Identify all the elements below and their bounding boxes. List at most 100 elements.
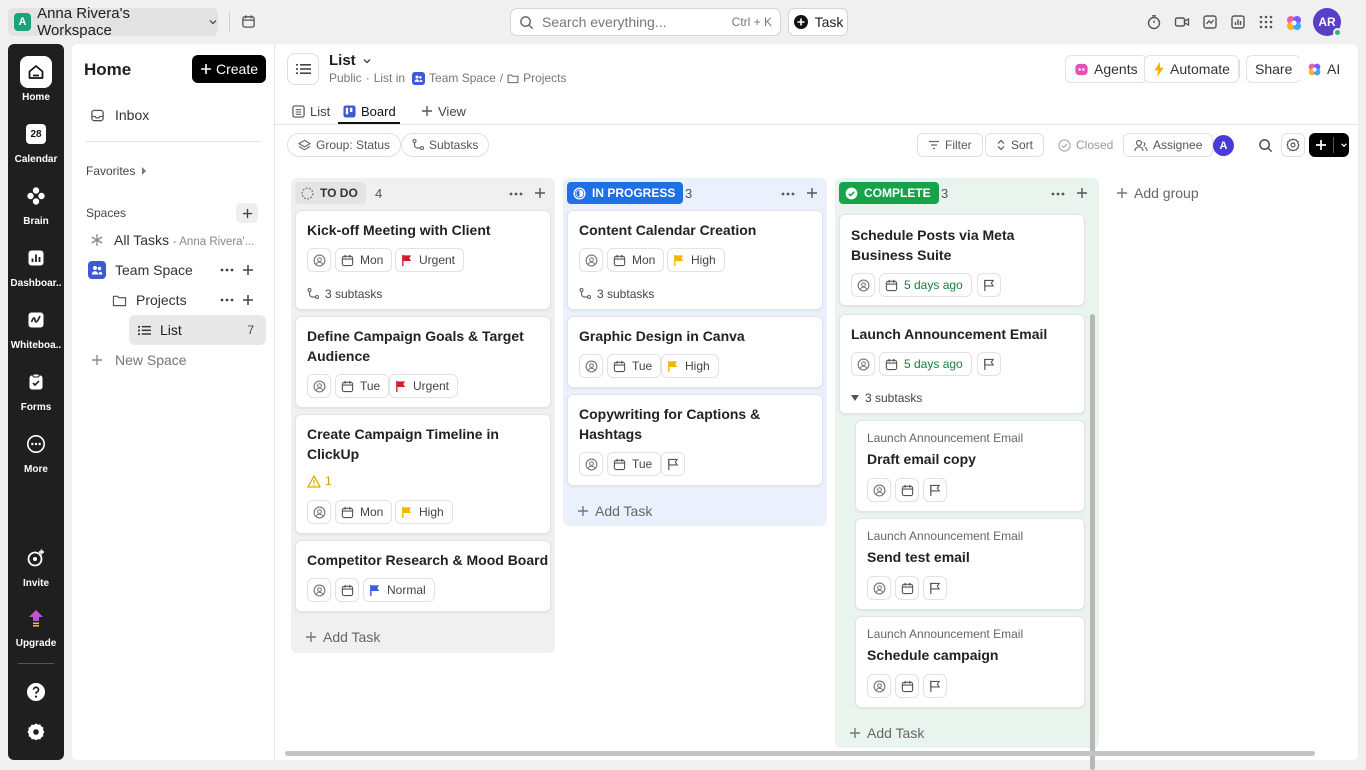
assignee-placeholder-icon[interactable]: [867, 576, 891, 600]
share-button[interactable]: Share: [1246, 55, 1302, 83]
plus-icon[interactable]: [806, 187, 818, 199]
subtask-card[interactable]: Launch Announcement Email Schedule campa…: [855, 616, 1085, 708]
filter-button[interactable]: Filter: [917, 133, 983, 157]
due-date-pill[interactable]: Mon: [335, 248, 393, 272]
sidebar-item-projects[interactable]: Projects: [80, 285, 230, 315]
tab-list[interactable]: List: [292, 98, 330, 124]
add-group-button[interactable]: Add group: [1116, 185, 1199, 201]
status-badge-complete[interactable]: COMPLETE: [839, 182, 939, 204]
task-card[interactable]: Launch Announcement Email 5 days ago 3 s…: [839, 314, 1085, 414]
assignee-placeholder-icon[interactable]: [579, 452, 603, 476]
calendar-icon[interactable]: [895, 478, 919, 502]
add-task-button[interactable]: Add Task: [849, 725, 924, 741]
create-button[interactable]: Create: [192, 55, 266, 83]
flag-icon[interactable]: [923, 576, 947, 600]
add-task-button[interactable]: Add Task: [305, 629, 380, 645]
calendar-icon[interactable]: [241, 14, 256, 29]
rail-item-home[interactable]: Home: [8, 56, 64, 103]
board-scrollbar-thumb[interactable]: [285, 751, 1315, 756]
rail-item-upgrade[interactable]: Upgrade: [8, 602, 64, 649]
flag-icon[interactable]: [923, 674, 947, 698]
settings-gear-icon[interactable]: [26, 722, 46, 742]
favorites-section[interactable]: Favorites: [86, 164, 147, 178]
priority-pill[interactable]: Normal: [363, 578, 435, 602]
more-options-icon[interactable]: [1051, 192, 1065, 196]
help-icon[interactable]: [26, 682, 46, 702]
column-scrollbar[interactable]: [1090, 210, 1095, 770]
rail-item-brain[interactable]: Brain: [8, 180, 64, 227]
breadcrumb-folder-link[interactable]: Projects: [523, 71, 566, 85]
add-task-button[interactable]: Add Task: [577, 503, 652, 519]
more-options-icon[interactable]: [220, 268, 234, 272]
subtasks-button[interactable]: Subtasks: [401, 133, 490, 157]
assignee-placeholder-icon[interactable]: [579, 354, 603, 378]
subtasks-toggle[interactable]: 3 subtasks: [307, 287, 382, 301]
task-card[interactable]: Kick-off Meeting with Client Mon Urgent …: [295, 210, 551, 310]
add-view-button[interactable]: View: [421, 98, 466, 124]
warning-indicator[interactable]: 1: [307, 474, 332, 488]
priority-pill[interactable]: High: [661, 354, 719, 378]
assignee-placeholder-icon[interactable]: [307, 374, 331, 398]
plus-icon[interactable]: [534, 187, 546, 199]
assignee-placeholder-icon[interactable]: [307, 578, 331, 602]
rail-item-dashboards[interactable]: Dashboar..: [8, 242, 64, 289]
task-card[interactable]: Competitor Research & Mood Board Normal: [295, 540, 551, 612]
user-avatar[interactable]: AR: [1313, 8, 1342, 37]
assignee-placeholder-icon[interactable]: [307, 248, 331, 272]
status-badge-todo[interactable]: TO DO: [295, 182, 366, 204]
subtasks-toggle[interactable]: 3 subtasks: [851, 391, 922, 405]
rail-item-whiteboards[interactable]: Whiteboa..: [8, 304, 64, 351]
search-icon[interactable]: [1253, 133, 1277, 157]
subtask-card[interactable]: Launch Announcement Email Draft email co…: [855, 420, 1085, 512]
sidebar-item-list[interactable]: List 7: [129, 315, 266, 345]
due-date-pill[interactable]: Tue: [607, 354, 662, 378]
agents-button[interactable]: Agents: [1065, 55, 1147, 83]
timer-icon[interactable]: [1146, 14, 1162, 30]
sidebar-item-inbox[interactable]: Inbox: [80, 100, 266, 130]
due-date-pill[interactable]: Mon: [607, 248, 665, 272]
assignee-placeholder-icon[interactable]: [867, 478, 891, 502]
due-date-pill[interactable]: 5 days ago: [879, 273, 972, 297]
priority-pill[interactable]: High: [667, 248, 725, 272]
rail-item-invite[interactable]: Invite: [8, 542, 64, 589]
task-card[interactable]: Schedule Posts via Meta Business Suite 5…: [839, 214, 1085, 306]
more-options-icon[interactable]: [220, 298, 234, 302]
workspace-switcher[interactable]: A Anna Rivera's Workspace: [8, 5, 218, 39]
group-by-button[interactable]: Group: Status: [287, 133, 402, 157]
sort-button[interactable]: Sort: [985, 133, 1045, 157]
assignee-placeholder-icon[interactable]: [307, 500, 331, 524]
plus-icon[interactable]: [242, 264, 254, 276]
add-space-button[interactable]: [236, 203, 258, 223]
priority-pill[interactable]: Urgent: [395, 248, 465, 272]
flag-icon[interactable]: [977, 352, 1001, 376]
tab-board[interactable]: Board: [343, 98, 396, 124]
status-badge-in-progress[interactable]: IN PROGRESS: [567, 182, 684, 204]
due-date-pill[interactable]: 5 days ago: [879, 352, 972, 376]
rail-item-calendar[interactable]: 28 Calendar: [8, 118, 64, 165]
notepad-icon[interactable]: [1202, 14, 1218, 30]
column-scrollbar-thumb[interactable]: [1090, 314, 1095, 770]
sidebar-item-all-tasks[interactable]: All Tasks - Anna Rivera'...: [80, 225, 266, 255]
search-input[interactable]: Search everything... Ctrl + K: [510, 8, 781, 36]
due-date-pill[interactable]: Tue: [335, 374, 390, 398]
assignee-placeholder-icon[interactable]: [867, 674, 891, 698]
calendar-icon[interactable]: [895, 576, 919, 600]
subtask-card[interactable]: Launch Announcement Email Send test emai…: [855, 518, 1085, 610]
more-options-icon[interactable]: [781, 192, 795, 196]
more-options-icon[interactable]: [509, 192, 523, 196]
rail-item-forms[interactable]: Forms: [8, 366, 64, 413]
assignee-placeholder-icon[interactable]: [851, 352, 875, 376]
add-task-split-button[interactable]: [1309, 133, 1349, 157]
calendar-icon[interactable]: [895, 674, 919, 698]
assignee-placeholder-icon[interactable]: [851, 273, 875, 297]
list-title[interactable]: List: [329, 52, 372, 69]
ai-button[interactable]: AI: [1299, 55, 1349, 83]
ai-brain-icon[interactable]: [1285, 14, 1301, 30]
plus-icon[interactable]: [242, 294, 254, 306]
due-date-pill[interactable]: Mon: [335, 500, 393, 524]
gear-icon[interactable]: [1281, 133, 1305, 157]
task-card[interactable]: Content Calendar Creation Mon High 3 sub…: [567, 210, 823, 310]
breadcrumb-space-link[interactable]: Team Space: [429, 71, 496, 85]
list-view-toggle[interactable]: [287, 53, 319, 85]
new-task-button[interactable]: Task: [788, 8, 848, 36]
